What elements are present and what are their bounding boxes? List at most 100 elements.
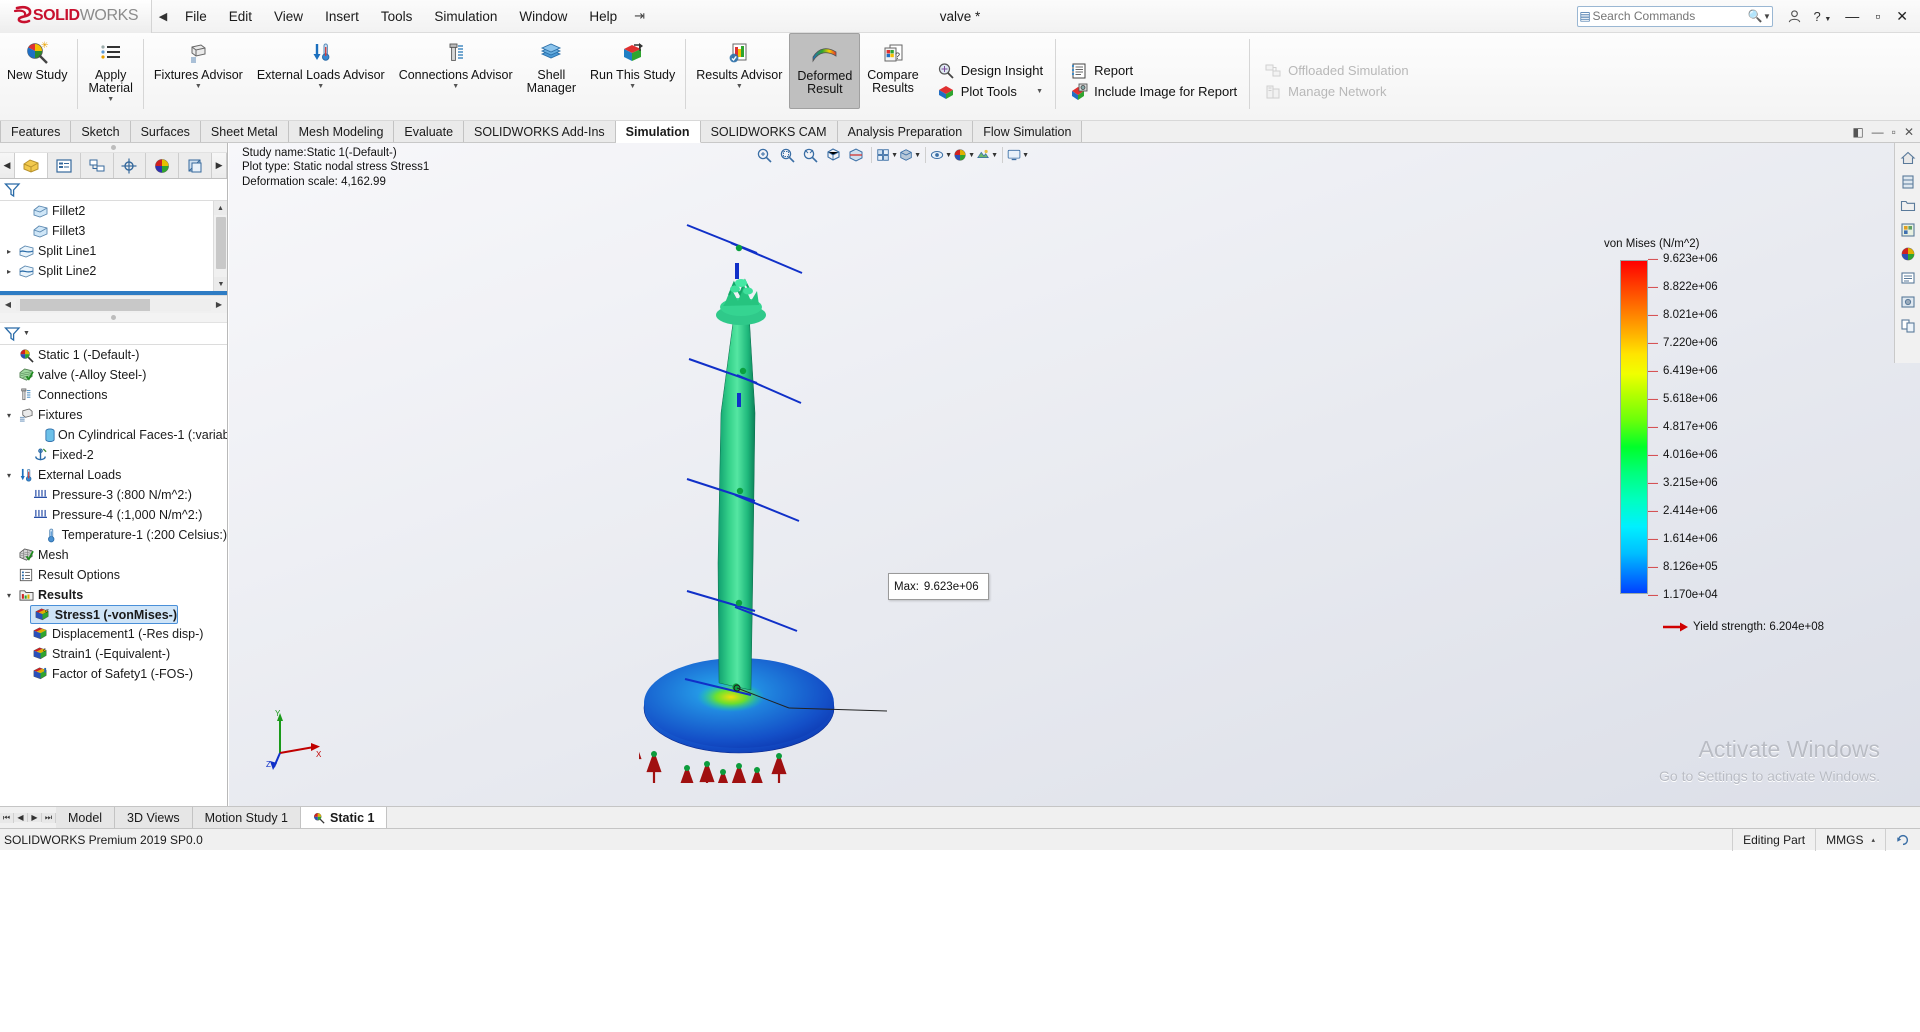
menu-item-simulation[interactable]: Simulation (423, 0, 508, 33)
collapse-arrow[interactable]: ▾ (2, 411, 16, 420)
hscroll-track[interactable] (16, 298, 211, 311)
study-node-valve-material[interactable]: valve (-Alloy Steel-) (0, 365, 227, 385)
bottom-tab-static-1[interactable]: Static 1 (301, 807, 388, 828)
configuration-manager-tab[interactable] (80, 153, 114, 178)
tab-features[interactable]: Features (0, 121, 72, 142)
run-this-study-button[interactable]: Run This Study ▼ (583, 33, 682, 115)
view-front-icon[interactable] (1897, 170, 1919, 194)
report-button[interactable]: Report (1063, 60, 1242, 81)
tab-evaluate[interactable]: Evaluate (394, 121, 465, 142)
results-advisor-button[interactable]: Results Advisor ▼ (689, 33, 789, 115)
simulation-study-tree[interactable]: Static 1 (-Default-) valve (-Alloy Steel… (0, 345, 227, 806)
panel-grip-mid[interactable] (0, 313, 227, 323)
external-loads-advisor-button[interactable]: External Loads Advisor ▼ (250, 33, 392, 115)
deformed-result-button[interactable]: Deformed Result (789, 33, 861, 109)
tab-nav-last[interactable]: ⏭ (42, 812, 56, 823)
study-node-results[interactable]: ▾ Results (0, 585, 227, 605)
tab-nav-prev[interactable]: ◀ (14, 813, 28, 822)
property-manager-tab[interactable] (47, 153, 81, 178)
bottom-tab-motion-study-1[interactable]: Motion Study 1 (192, 807, 302, 828)
menu-item-file[interactable]: File (174, 0, 218, 33)
study-node-on-cylindrical-faces-1[interactable]: On Cylindrical Faces-1 (:variable (0, 425, 227, 445)
menu-item-tools[interactable]: Tools (370, 0, 424, 33)
study-node-displacement1[interactable]: Displacement1 (-Res disp-) (0, 624, 227, 644)
hscroll-thumb[interactable] (20, 298, 150, 311)
chevron-down-icon[interactable]: ▼ (23, 330, 30, 337)
study-node-pressure-3[interactable]: Pressure-3 (:800 N/m^2:) (0, 485, 227, 505)
scroll-right-arrow[interactable]: ▶ (211, 300, 227, 309)
feature-node-split-line1[interactable]: ▸ Split Line1 (0, 241, 227, 261)
study-node-static1[interactable]: Static 1 (-Default-) (0, 345, 227, 365)
shell-manager-button[interactable]: Shell Manager (520, 33, 583, 115)
pin-icon[interactable]: ⇥ (634, 8, 645, 24)
feature-node-fillet2[interactable]: Fillet2 (0, 201, 227, 221)
chevron-down-icon[interactable]: ▼ (914, 152, 921, 159)
tab-simulation[interactable]: Simulation (615, 121, 701, 143)
collapse-arrow[interactable]: ▾ (2, 591, 16, 600)
chevron-down-icon[interactable]: ▼ (452, 83, 459, 90)
study-node-pressure-4[interactable]: Pressure-4 (:1,000 N/m^2:) (0, 505, 227, 525)
tab-flow-simulation[interactable]: Flow Simulation (973, 121, 1083, 142)
menu-collapse-arrow[interactable]: ◀ (152, 10, 174, 23)
chevron-down-icon[interactable]: ▼ (991, 152, 998, 159)
study-node-fixtures[interactable]: ▾ Fixtures (0, 405, 227, 425)
apply-material-button[interactable]: Apply Material ▼ (81, 33, 139, 115)
fixtures-advisor-button[interactable]: Fixtures Advisor ▼ (147, 33, 250, 115)
user-icon[interactable] (1781, 9, 1808, 24)
study-node-stress1[interactable]: σ Stress1 (-vonMises-) (30, 605, 178, 624)
help-button[interactable]: ? ▼ (1808, 9, 1838, 24)
tab-nav-next[interactable]: ▶ (28, 813, 42, 822)
feature-tree-filter-bar[interactable] (0, 179, 227, 201)
chevron-down-icon[interactable]: ▼ (107, 96, 114, 103)
filter-icon[interactable] (4, 182, 21, 198)
minimize-button[interactable]: — (1837, 8, 1867, 24)
view-scene-icon[interactable] (1897, 266, 1919, 290)
menu-item-insert[interactable]: Insert (314, 0, 370, 33)
tab-nav-first[interactable]: ⏮ (0, 812, 14, 823)
close-doc-icon[interactable]: ✕ (1904, 125, 1914, 139)
filter-icon[interactable] (4, 326, 21, 342)
search-dropdown-icon[interactable]: ▤ (1578, 9, 1593, 23)
feature-node-fillet3[interactable]: Fillet3 (0, 221, 227, 241)
scrollbar-thumb[interactable] (216, 217, 226, 269)
view-appearance-icon[interactable] (1897, 242, 1919, 266)
close-button[interactable]: ✕ (1888, 8, 1916, 25)
feature-tree[interactable]: Fillet2 Fillet3 ▸ Split Line1 ▸ Split Li… (0, 201, 227, 291)
include-image-for-report-button[interactable]: Include Image for Report (1063, 81, 1242, 102)
scroll-up-arrow[interactable]: ▲ (214, 201, 227, 215)
scroll-down-arrow[interactable]: ▼ (214, 277, 227, 291)
menu-item-edit[interactable]: Edit (218, 0, 263, 33)
status-units[interactable]: MMGS ▴ (1815, 828, 1885, 851)
chevron-down-icon[interactable]: ▼ (736, 83, 743, 90)
chevron-down-icon[interactable]: ▼ (1763, 12, 1772, 21)
search-input[interactable] (1592, 9, 1748, 23)
tab-analysis-preparation[interactable]: Analysis Preparation (837, 121, 974, 142)
study-tree-filter-bar[interactable]: ▼ (0, 323, 227, 345)
new-study-button[interactable]: ✳ New Study (0, 33, 74, 115)
view-home-icon[interactable] (1897, 146, 1919, 170)
chevron-down-icon[interactable]: ▼ (891, 152, 898, 159)
study-node-connections[interactable]: Connections (0, 385, 227, 405)
view-folder-icon[interactable] (1897, 194, 1919, 218)
restore-pane-icon[interactable]: ◧ (1852, 125, 1863, 139)
menu-item-help[interactable]: Help (578, 0, 628, 33)
bottom-tab-model[interactable]: Model (56, 807, 116, 828)
feature-tree-hscrollbar[interactable]: ◀ ▶ (0, 295, 227, 313)
results-legend[interactable]: von Mises (N/m^2) —9.623e+06 —8.822e+06 … (1604, 238, 1800, 601)
restore-doc-icon[interactable]: ▫ (1892, 125, 1896, 139)
manager-tab-prev[interactable]: ◀ (0, 153, 15, 178)
manager-tab-next[interactable]: ▶ (212, 153, 228, 178)
chevron-down-icon[interactable]: ▼ (1022, 152, 1029, 159)
study-node-result-options[interactable]: Result Options (0, 565, 227, 585)
simulation-study-tab[interactable] (179, 153, 213, 178)
solidworks-logo[interactable]: SOLID WORKS (0, 0, 152, 33)
status-rebuild[interactable] (1885, 828, 1920, 851)
search-commands-box[interactable]: ▤ 🔍 ▼ (1576, 5, 1773, 27)
study-node-mesh[interactable]: Mesh (0, 545, 227, 565)
expand-arrow[interactable]: ▸ (2, 247, 16, 256)
panel-grip-top[interactable] (0, 143, 227, 153)
search-icon[interactable]: 🔍 (1748, 9, 1763, 23)
dimxpert-manager-tab[interactable] (113, 153, 147, 178)
study-node-factor-of-safety1[interactable]: Factor of Safety1 (-FOS-) (0, 664, 227, 684)
compare-results-button[interactable]: ? Compare Results (860, 33, 925, 115)
